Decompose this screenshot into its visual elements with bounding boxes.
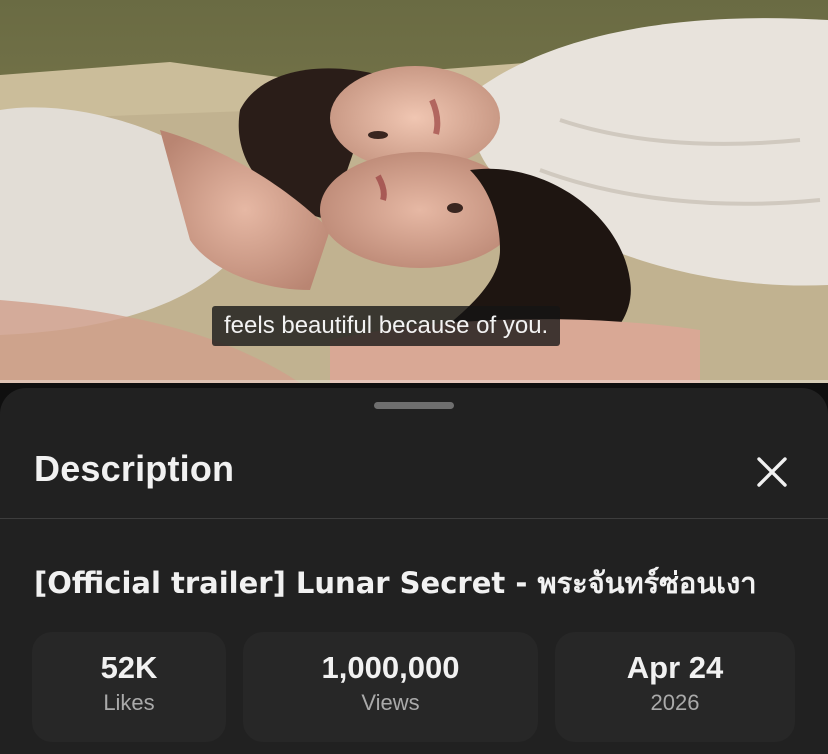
caption-subtitle: feels beautiful because of you.	[212, 306, 561, 346]
upload-date: Apr 24	[626, 650, 724, 685]
close-icon	[757, 457, 787, 487]
upload-date-stat: Apr 24 2026	[555, 632, 795, 742]
video-progress-bar[interactable]	[0, 380, 828, 383]
likes-count: 52K	[100, 650, 158, 685]
close-button[interactable]	[748, 448, 796, 496]
video-title: [Official trailer] Lunar Secret - พระจัน…	[34, 566, 757, 600]
likes-stat: 52K Likes	[32, 632, 226, 742]
views-count: 1,000,000	[321, 650, 460, 685]
video-player[interactable]: feels beautiful because of you.	[0, 0, 828, 383]
sheet-title: Description	[34, 448, 235, 489]
divider	[0, 518, 828, 519]
likes-label: Likes	[103, 690, 155, 715]
app-frame: feels beautiful because of you. Descript…	[0, 0, 828, 754]
views-label: Views	[361, 690, 420, 715]
upload-year: 2026	[650, 690, 700, 715]
description-sheet: Description [Official trailer] Lunar Sec…	[0, 388, 828, 754]
views-stat: 1,000,000 Views	[243, 632, 538, 742]
drag-handle[interactable]	[374, 402, 454, 409]
